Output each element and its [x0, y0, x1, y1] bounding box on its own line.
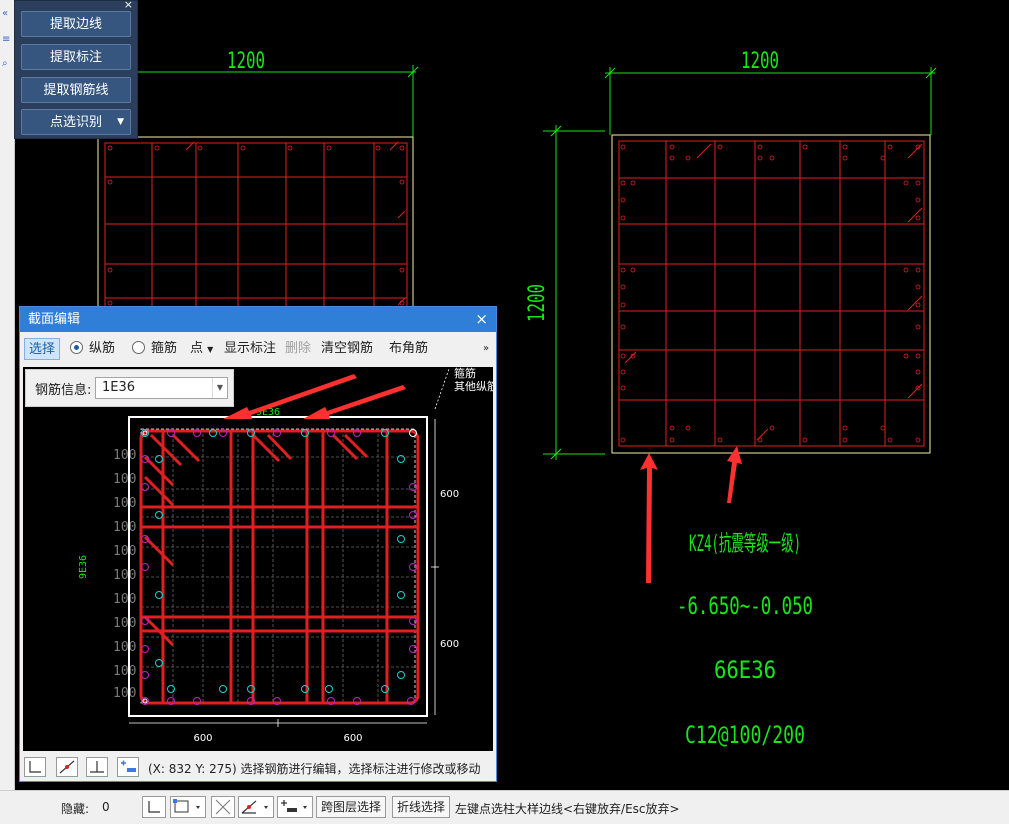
- ortho-icon[interactable]: [24, 757, 46, 777]
- left-top-dim-text: 1200: [227, 49, 265, 74]
- doc-icon[interactable]: ≡: [2, 34, 11, 46]
- dropdown-arrow-icon[interactable]: ▼: [117, 110, 124, 135]
- dialog-statusbar: (X: 832 Y: 275) 选择钢筋进行编辑，选择标注进行修改或移动: [20, 754, 496, 781]
- annotation-arrows-right: [640, 446, 742, 583]
- stirrup-label: 箍筋: [151, 341, 178, 356]
- collapse-icon[interactable]: «: [2, 8, 11, 20]
- frame-select-dropdown[interactable]: [170, 796, 206, 818]
- spacing-label: 100: [113, 568, 136, 583]
- chevron-down-icon[interactable]: ▼: [212, 378, 227, 398]
- dialog-status-text: (X: 832 Y: 275) 选择钢筋进行编辑，选择标注进行修改或移动: [148, 762, 481, 776]
- bottom-dim-left: 600: [193, 733, 212, 744]
- extract-rebar-line-button[interactable]: 提取钢筋线: [21, 77, 131, 103]
- extract-tool-panel: × 提取边线 提取标注 提取钢筋线 点选识别 ▼: [14, 0, 138, 139]
- polyline-select-button[interactable]: 折线选择: [392, 796, 451, 818]
- legend-stirrup: 箍筋: [454, 367, 476, 380]
- dialog-title: 截面编辑: [28, 312, 81, 327]
- extract-edge-button[interactable]: 提取边线: [21, 11, 131, 37]
- chevron-down-icon: ▼: [207, 345, 214, 354]
- spacing-label: 100: [113, 520, 136, 535]
- point-recognize-button[interactable]: 点选识别 ▼: [21, 109, 131, 135]
- corner-rebar-button[interactable]: 布角筋: [389, 338, 428, 360]
- radio-checked-icon: [70, 341, 83, 354]
- section-canvas[interactable]: 箍筋 其他纵筋 100 100 100 100 100 100 100 100 …: [23, 366, 498, 751]
- spacing-label: 100: [113, 496, 136, 511]
- section-edit-dialog: 截面编辑 × 选择 纵筋 箍筋 点 ▼ 显示标注 删除 清空钢筋 布角筋 » 箍…: [19, 306, 498, 782]
- show-label-button[interactable]: 显示标注: [224, 338, 276, 360]
- hidden-count: 0: [102, 800, 110, 814]
- left-scroll-strip[interactable]: « ≡ ⌕: [0, 0, 15, 790]
- select-tool-button[interactable]: 选择: [24, 338, 61, 360]
- spacing-label: 100: [113, 448, 136, 463]
- perpendicular-icon[interactable]: [86, 757, 108, 777]
- left-rebar-count-label: 9E36: [78, 555, 89, 579]
- point-mode-dropdown[interactable]: 点 ▼: [190, 338, 213, 360]
- clear-rebar-button[interactable]: 清空钢筋: [321, 338, 373, 360]
- point-mode-label: 点: [190, 341, 204, 356]
- dialog-titlebar[interactable]: 截面编辑 ×: [20, 307, 496, 332]
- column-rebar-text: 66E36: [714, 656, 776, 684]
- layer-add-icon[interactable]: [117, 757, 139, 777]
- extract-label-button[interactable]: 提取标注: [21, 44, 131, 70]
- rebar-info-input[interactable]: 1E36 ▼: [95, 377, 228, 399]
- cross-layer-select-button[interactable]: 跨图层选择: [316, 796, 387, 818]
- cross-select-icon[interactable]: [211, 796, 235, 818]
- legend-other-longitudinal: 其他纵筋: [454, 379, 493, 393]
- command-prompt-text: 左键点选柱大样边线<右键放弃/Esc放弃>: [455, 802, 680, 816]
- layer-dropdown[interactable]: [277, 796, 313, 818]
- more-icon[interactable]: »: [483, 338, 489, 360]
- annotation-arrows-dialog: [223, 374, 406, 419]
- ortho-mode-icon[interactable]: [142, 796, 166, 818]
- column-stirrup-text: C12@100/200: [685, 721, 805, 749]
- rebar-info-label: 钢筋信息:: [35, 383, 92, 398]
- left-spacing-labels: 100 100 100 100 100 100 100 100 100 100 …: [113, 448, 136, 701]
- delete-button[interactable]: 删除: [285, 338, 311, 360]
- spacing-label: 100: [113, 592, 136, 607]
- right-dim-lower: 600: [440, 639, 459, 650]
- rebar-info-panel: 钢筋信息: 1E36 ▼: [25, 369, 234, 407]
- stirrup-radio[interactable]: 箍筋: [132, 338, 177, 360]
- close-icon[interactable]: ×: [124, 0, 133, 11]
- spacing-label: 100: [113, 686, 136, 701]
- search-icon[interactable]: ⌕: [2, 58, 11, 70]
- longitudinal-radio[interactable]: 纵筋: [70, 338, 115, 360]
- hidden-label: 隐藏:: [61, 802, 90, 816]
- spacing-label: 100: [113, 472, 136, 487]
- right-top-dim-text: 1200: [741, 49, 779, 74]
- radio-unchecked-icon: [132, 341, 145, 354]
- right-column-detail: [543, 67, 937, 460]
- bottom-dim-right: 600: [343, 733, 362, 744]
- column-name-text: KZ4(抗震等级一级): [689, 532, 801, 557]
- spacing-label: 100: [113, 664, 136, 679]
- spacing-label: 100: [113, 616, 136, 631]
- column-elevation-text: -6.650~-0.050: [677, 592, 813, 620]
- point-recognize-label: 点选识别: [49, 115, 102, 130]
- snap-line-icon[interactable]: [56, 757, 78, 777]
- longitudinal-label: 纵筋: [89, 341, 116, 356]
- spacing-label: 100: [113, 640, 136, 655]
- section-drawing[interactable]: 箍筋 其他纵筋 100 100 100 100 100 100 100 100 …: [23, 366, 498, 751]
- bottom-status-bar: 隐藏: 0 跨图层选择 折线选择 左键点选柱大样边线<右键放弃/Esc放弃>: [0, 790, 1009, 824]
- right-side-dim-text: 1200: [525, 284, 550, 322]
- dialog-toolbar: 选择 纵筋 箍筋 点 ▼ 显示标注 删除 清空钢筋 布角筋 »: [20, 333, 496, 365]
- rebar-info-value: 1E36: [102, 380, 136, 395]
- close-icon[interactable]: ×: [475, 307, 488, 332]
- rebar-legend: 箍筋 其他纵筋: [434, 366, 498, 410]
- right-dim-upper: 600: [440, 489, 459, 500]
- snap-dropdown[interactable]: [238, 796, 274, 818]
- spacing-label: 100: [113, 544, 136, 559]
